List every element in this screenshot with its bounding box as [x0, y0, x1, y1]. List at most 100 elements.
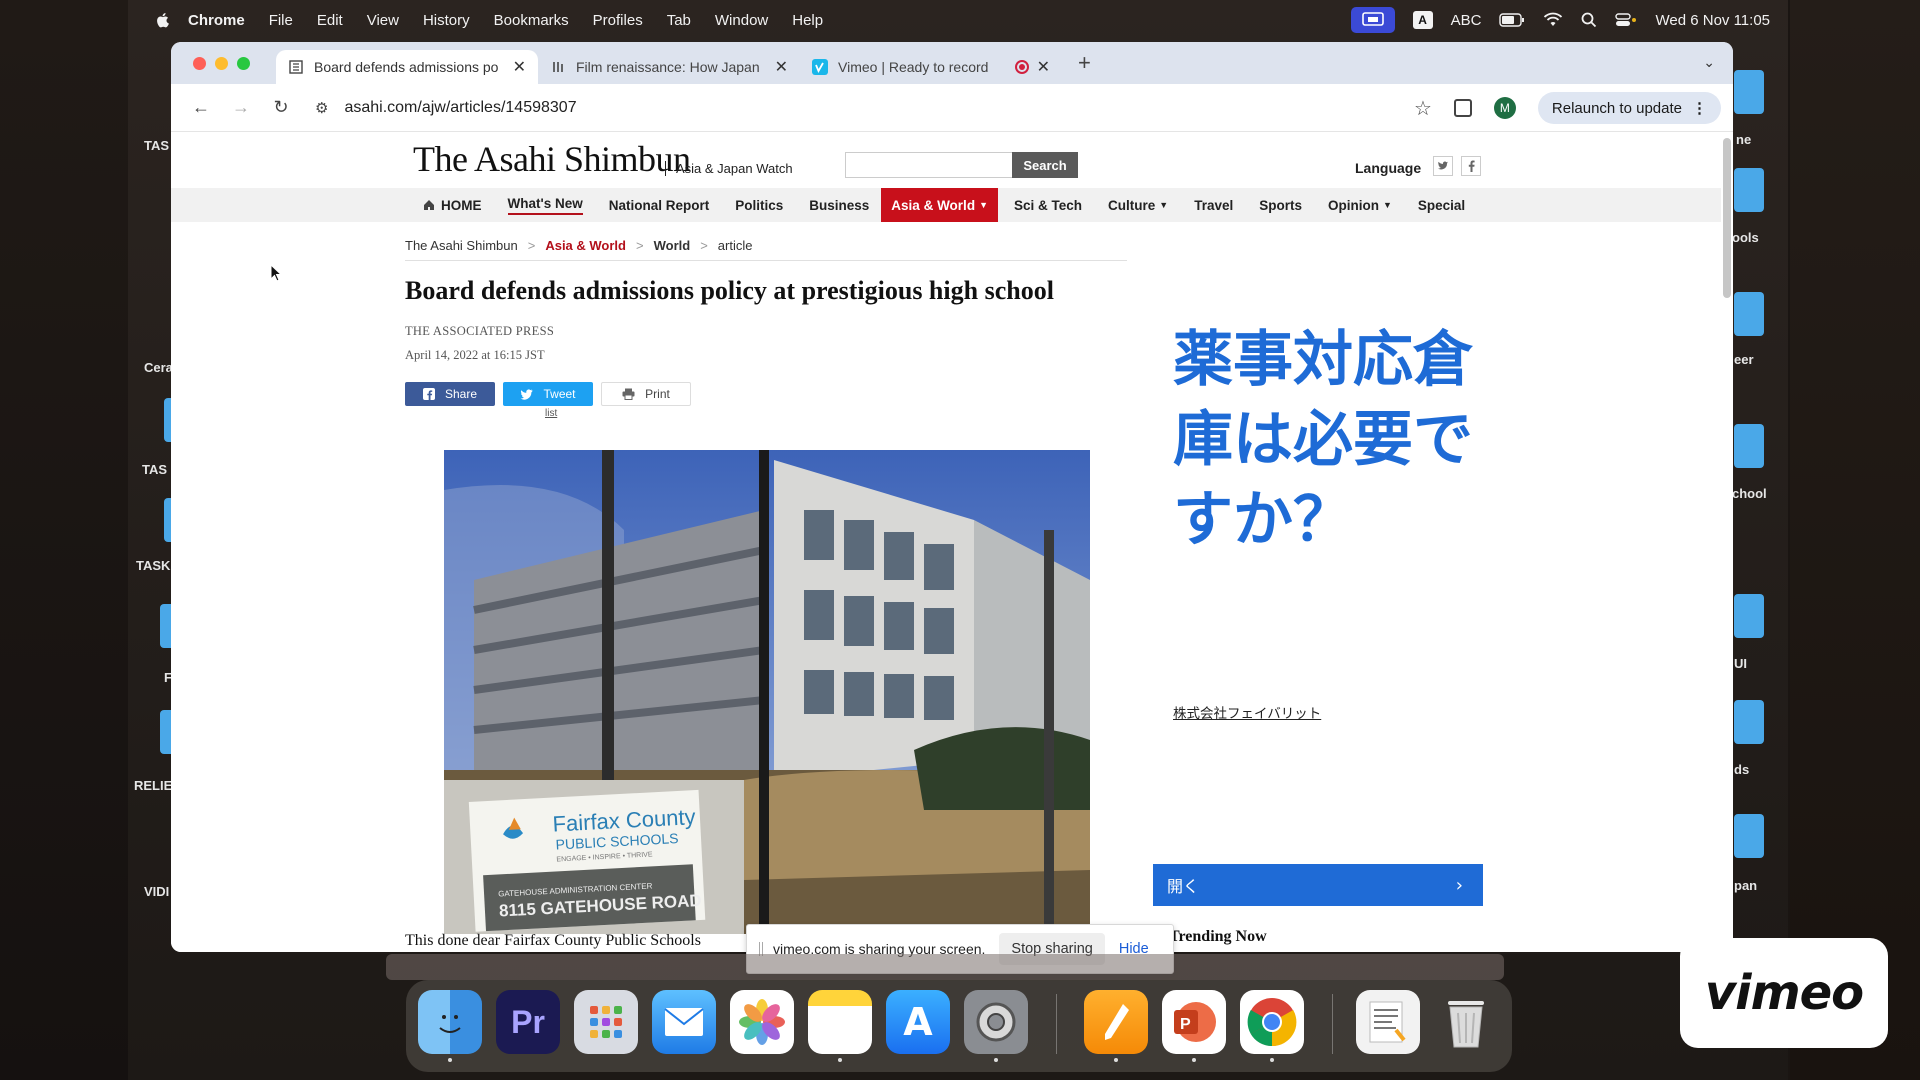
- sidebar-ad[interactable]: 薬事対応倉庫は必要ですか？ 株式会社フェイバリット: [1153, 256, 1483, 826]
- back-button[interactable]: ←: [191, 97, 211, 118]
- nav-sports[interactable]: Sports: [1259, 198, 1302, 213]
- tab-vimeo[interactable]: Vimeo | Ready to record ✕: [800, 50, 1062, 84]
- ad-open-button[interactable]: 開く ›: [1153, 864, 1483, 906]
- menu-window[interactable]: Window: [715, 12, 768, 29]
- battery-icon[interactable]: [1499, 13, 1525, 27]
- spotlight-search-icon[interactable]: [1581, 12, 1597, 28]
- minimize-window-button[interactable]: [215, 56, 228, 70]
- ad-company-link[interactable]: 株式会社フェイバリット: [1173, 702, 1321, 722]
- menu-tab[interactable]: Tab: [667, 12, 691, 29]
- more-menu-icon[interactable]: ⋮: [1692, 99, 1707, 117]
- relaunch-to-update-button[interactable]: Relaunch to update ⋮: [1537, 92, 1721, 124]
- mail-icon[interactable]: [652, 990, 716, 1054]
- powerpoint-icon[interactable]: P: [1162, 990, 1226, 1054]
- screen-mirroring-icon[interactable]: [1350, 7, 1395, 33]
- pages-icon[interactable]: [1084, 990, 1148, 1054]
- desktop-label[interactable]: ds: [1734, 762, 1749, 777]
- nav-travel[interactable]: Travel: [1194, 198, 1233, 213]
- menu-view[interactable]: View: [367, 12, 399, 29]
- nav-special[interactable]: Special: [1418, 198, 1465, 213]
- print-button[interactable]: Print: [601, 382, 691, 406]
- tweet-button[interactable]: Tweet: [503, 382, 593, 406]
- desktop-file-icon[interactable]: [1734, 168, 1764, 212]
- menu-bookmarks[interactable]: Bookmarks: [494, 12, 569, 29]
- breadcrumb-world[interactable]: World: [654, 238, 691, 253]
- desktop-label[interactable]: UI: [1734, 656, 1747, 671]
- nav-culture[interactable]: Culture ▼: [1108, 198, 1168, 213]
- desktop-label[interactable]: VIDI: [144, 884, 169, 899]
- control-center-icon[interactable]: [1615, 12, 1637, 28]
- nav-national-report[interactable]: National Report: [609, 198, 710, 213]
- notes-icon[interactable]: [808, 990, 872, 1054]
- language-selector[interactable]: Language: [1355, 160, 1421, 176]
- profile-avatar[interactable]: M: [1493, 97, 1516, 119]
- nav-asia-world[interactable]: Asia & World ▼: [881, 188, 998, 222]
- bookmark-star-icon[interactable]: ☆: [1414, 96, 1432, 121]
- system-settings-icon[interactable]: [964, 990, 1028, 1054]
- menu-app-name[interactable]: Chrome: [188, 12, 245, 29]
- page-scrollbar[interactable]: [1723, 138, 1731, 298]
- list-link[interactable]: list: [545, 408, 557, 419]
- desktop-file-icon[interactable]: [1734, 70, 1764, 114]
- menu-file[interactable]: File: [269, 12, 293, 29]
- app-store-icon[interactable]: A: [886, 990, 950, 1054]
- close-tab-icon[interactable]: ✕: [1037, 57, 1050, 77]
- chrome-icon[interactable]: [1240, 990, 1304, 1054]
- finder-icon[interactable]: [418, 990, 482, 1054]
- tab-board-defends[interactable]: Board defends admissions po ✕: [276, 50, 538, 84]
- premiere-icon[interactable]: Pr: [496, 990, 560, 1054]
- nav-whats-new[interactable]: What's New: [507, 196, 583, 215]
- tab-film-renaissance[interactable]: Film renaissance: How Japan ✕: [538, 50, 800, 84]
- menu-profiles[interactable]: Profiles: [593, 12, 643, 29]
- desktop-label[interactable]: chool: [1732, 486, 1767, 501]
- desktop-file-icon[interactable]: [1734, 700, 1764, 744]
- zoom-window-button[interactable]: [237, 56, 250, 70]
- site-settings-icon[interactable]: ⚙: [315, 99, 328, 117]
- desktop-file-icon[interactable]: [1734, 292, 1764, 336]
- site-search-input[interactable]: [845, 152, 1015, 178]
- desktop-label[interactable]: pan: [1734, 878, 1757, 893]
- close-tab-icon[interactable]: ✕: [513, 57, 526, 77]
- reload-button[interactable]: ↻: [271, 97, 291, 118]
- nav-home[interactable]: HOME: [423, 198, 482, 213]
- address-bar[interactable]: ⚙ asahi.com/ajw/articles/14598307: [315, 99, 577, 117]
- nav-sci-tech[interactable]: Sci & Tech: [1014, 198, 1082, 213]
- desktop-label[interactable]: TAS: [144, 138, 169, 153]
- wifi-icon[interactable]: [1543, 12, 1563, 28]
- desktop-label[interactable]: ne: [1736, 132, 1751, 147]
- desktop-label[interactable]: TASK: [136, 558, 170, 573]
- forward-button[interactable]: →: [231, 97, 251, 118]
- ad-headline[interactable]: 薬事対応倉庫は必要ですか？: [1173, 320, 1473, 560]
- close-tab-icon[interactable]: ✕: [775, 57, 788, 77]
- breadcrumb-home[interactable]: The Asahi Shimbun: [405, 238, 518, 253]
- menu-history[interactable]: History: [423, 12, 470, 29]
- nav-politics[interactable]: Politics: [735, 198, 783, 213]
- photos-icon[interactable]: [730, 990, 794, 1054]
- url-text[interactable]: asahi.com/ajw/articles/14598307: [344, 99, 576, 117]
- trash-icon[interactable]: [1434, 990, 1498, 1054]
- input-source-icon[interactable]: A: [1412, 11, 1433, 29]
- new-tab-button[interactable]: +: [1078, 50, 1091, 76]
- site-logo[interactable]: The Asahi Shimbun: [413, 138, 691, 180]
- input-source-label[interactable]: ABC: [1451, 12, 1482, 29]
- desktop-label[interactable]: Cera: [144, 360, 173, 375]
- desktop-label[interactable]: RELIE: [134, 778, 172, 793]
- facebook-icon[interactable]: [1461, 156, 1481, 176]
- twitter-icon[interactable]: [1433, 156, 1453, 176]
- desktop-label[interactable]: ools: [1732, 230, 1759, 245]
- desktop-file-icon[interactable]: [1734, 424, 1764, 468]
- site-search-button[interactable]: Search: [1012, 152, 1078, 178]
- nav-business[interactable]: Business: [809, 198, 869, 213]
- close-window-button[interactable]: [193, 56, 206, 70]
- site-logo-subtitle[interactable]: Asia & Japan Watch: [665, 161, 793, 176]
- tab-search-chevron-icon[interactable]: ⌄: [1703, 54, 1715, 71]
- apple-icon[interactable]: [154, 11, 172, 29]
- desktop-file-icon[interactable]: [1734, 594, 1764, 638]
- breadcrumb-asia-world[interactable]: Asia & World: [545, 238, 626, 253]
- nav-opinion[interactable]: Opinion ▼: [1328, 198, 1392, 213]
- menubar-clock[interactable]: Wed 6 Nov 11:05: [1655, 12, 1770, 29]
- desktop-label[interactable]: TAS: [142, 462, 167, 477]
- desktop-file-icon[interactable]: [1734, 814, 1764, 858]
- menu-help[interactable]: Help: [792, 12, 823, 29]
- menu-edit[interactable]: Edit: [317, 12, 343, 29]
